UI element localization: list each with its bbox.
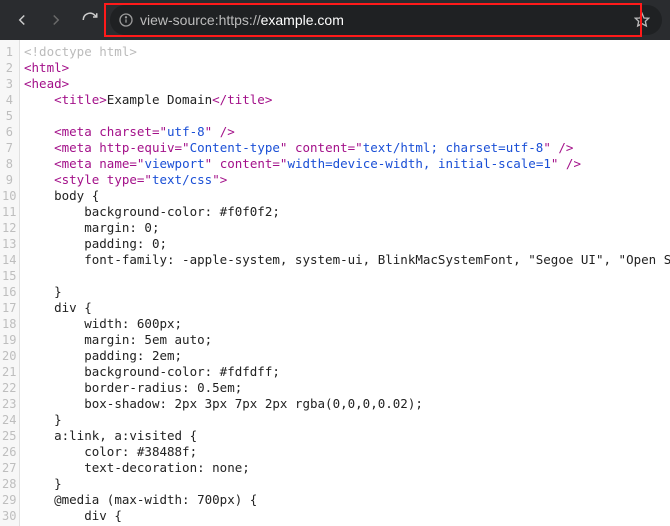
code-line: <!doctype html> — [24, 44, 670, 60]
code-line: @media (max-width: 700px) { — [24, 492, 670, 508]
code-line: border-radius: 0.5em; — [24, 380, 670, 396]
line-number: 23 — [2, 396, 13, 412]
line-number: 6 — [2, 124, 13, 140]
code-line: <style type="text/css"> — [24, 172, 670, 188]
line-number: 16 — [2, 284, 13, 300]
line-number: 20 — [2, 348, 13, 364]
reload-icon — [81, 11, 99, 29]
code-line: <meta http-equiv="Content-type" content=… — [24, 140, 670, 156]
code-line: } — [24, 412, 670, 428]
line-number: 13 — [2, 236, 13, 252]
line-number: 28 — [2, 476, 13, 492]
arrow-left-icon — [13, 11, 31, 29]
line-number: 29 — [2, 492, 13, 508]
line-number: 3 — [2, 76, 13, 92]
url-prefix: view-source:https:// — [140, 12, 261, 28]
line-number: 27 — [2, 460, 13, 476]
line-number: 2 — [2, 60, 13, 76]
address-bar[interactable]: view-source:https://example.com — [110, 5, 662, 35]
code-line — [24, 268, 670, 284]
line-number: 5 — [2, 108, 13, 124]
line-number: 8 — [2, 156, 13, 172]
line-number: 25 — [2, 428, 13, 444]
code-line: background-color: #f0f0f2; — [24, 204, 670, 220]
code-line: color: #38488f; — [24, 444, 670, 460]
line-number: 24 — [2, 412, 13, 428]
line-number: 19 — [2, 332, 13, 348]
line-number-gutter: 1234567891011121314151617181920212223242… — [0, 40, 20, 526]
code-line: <html> — [24, 60, 670, 76]
view-source-pane: 1234567891011121314151617181920212223242… — [0, 40, 670, 526]
line-number: 21 — [2, 364, 13, 380]
line-number: 4 — [2, 92, 13, 108]
line-number: 18 — [2, 316, 13, 332]
code-line: <head> — [24, 76, 670, 92]
source-code[interactable]: <!doctype html><html><head> <title>Examp… — [20, 40, 670, 526]
url-display[interactable]: view-source:https://example.com — [140, 12, 624, 28]
code-line: <meta charset="utf-8" /> — [24, 124, 670, 140]
code-line: div { — [24, 508, 670, 524]
code-line: padding: 0; — [24, 236, 670, 252]
code-line: body { — [24, 188, 670, 204]
back-button[interactable] — [8, 6, 36, 34]
bookmark-button[interactable] — [630, 8, 654, 32]
arrow-right-icon — [47, 11, 65, 29]
star-icon — [634, 12, 650, 28]
code-line: } — [24, 476, 670, 492]
code-line: width: 600px; — [24, 316, 670, 332]
code-line: margin: 5em auto; — [24, 332, 670, 348]
reload-button[interactable] — [76, 6, 104, 34]
line-number: 1 — [2, 44, 13, 60]
forward-button[interactable] — [42, 6, 70, 34]
code-line: <title>Example Domain</title> — [24, 92, 670, 108]
code-line: } — [24, 284, 670, 300]
line-number: 9 — [2, 172, 13, 188]
line-number: 30 — [2, 508, 13, 524]
line-number: 7 — [2, 140, 13, 156]
code-line: margin: 0; — [24, 220, 670, 236]
line-number: 14 — [2, 252, 13, 268]
code-line — [24, 108, 670, 124]
line-number: 26 — [2, 444, 13, 460]
line-number: 15 — [2, 268, 13, 284]
line-number: 10 — [2, 188, 13, 204]
code-line: font-family: -apple-system, system-ui, B… — [24, 252, 670, 268]
code-line: a:link, a:visited { — [24, 428, 670, 444]
code-line: div { — [24, 300, 670, 316]
url-host: example.com — [261, 12, 344, 28]
code-line: box-shadow: 2px 3px 7px 2px rgba(0,0,0,0… — [24, 396, 670, 412]
line-number: 11 — [2, 204, 13, 220]
code-line: padding: 2em; — [24, 348, 670, 364]
code-line: background-color: #fdfdff; — [24, 364, 670, 380]
info-icon — [118, 12, 134, 28]
code-line: text-decoration: none; — [24, 460, 670, 476]
browser-toolbar: view-source:https://example.com — [0, 0, 670, 40]
code-line: <meta name="viewport" content="width=dev… — [24, 156, 670, 172]
line-number: 17 — [2, 300, 13, 316]
line-number: 22 — [2, 380, 13, 396]
line-number: 12 — [2, 220, 13, 236]
